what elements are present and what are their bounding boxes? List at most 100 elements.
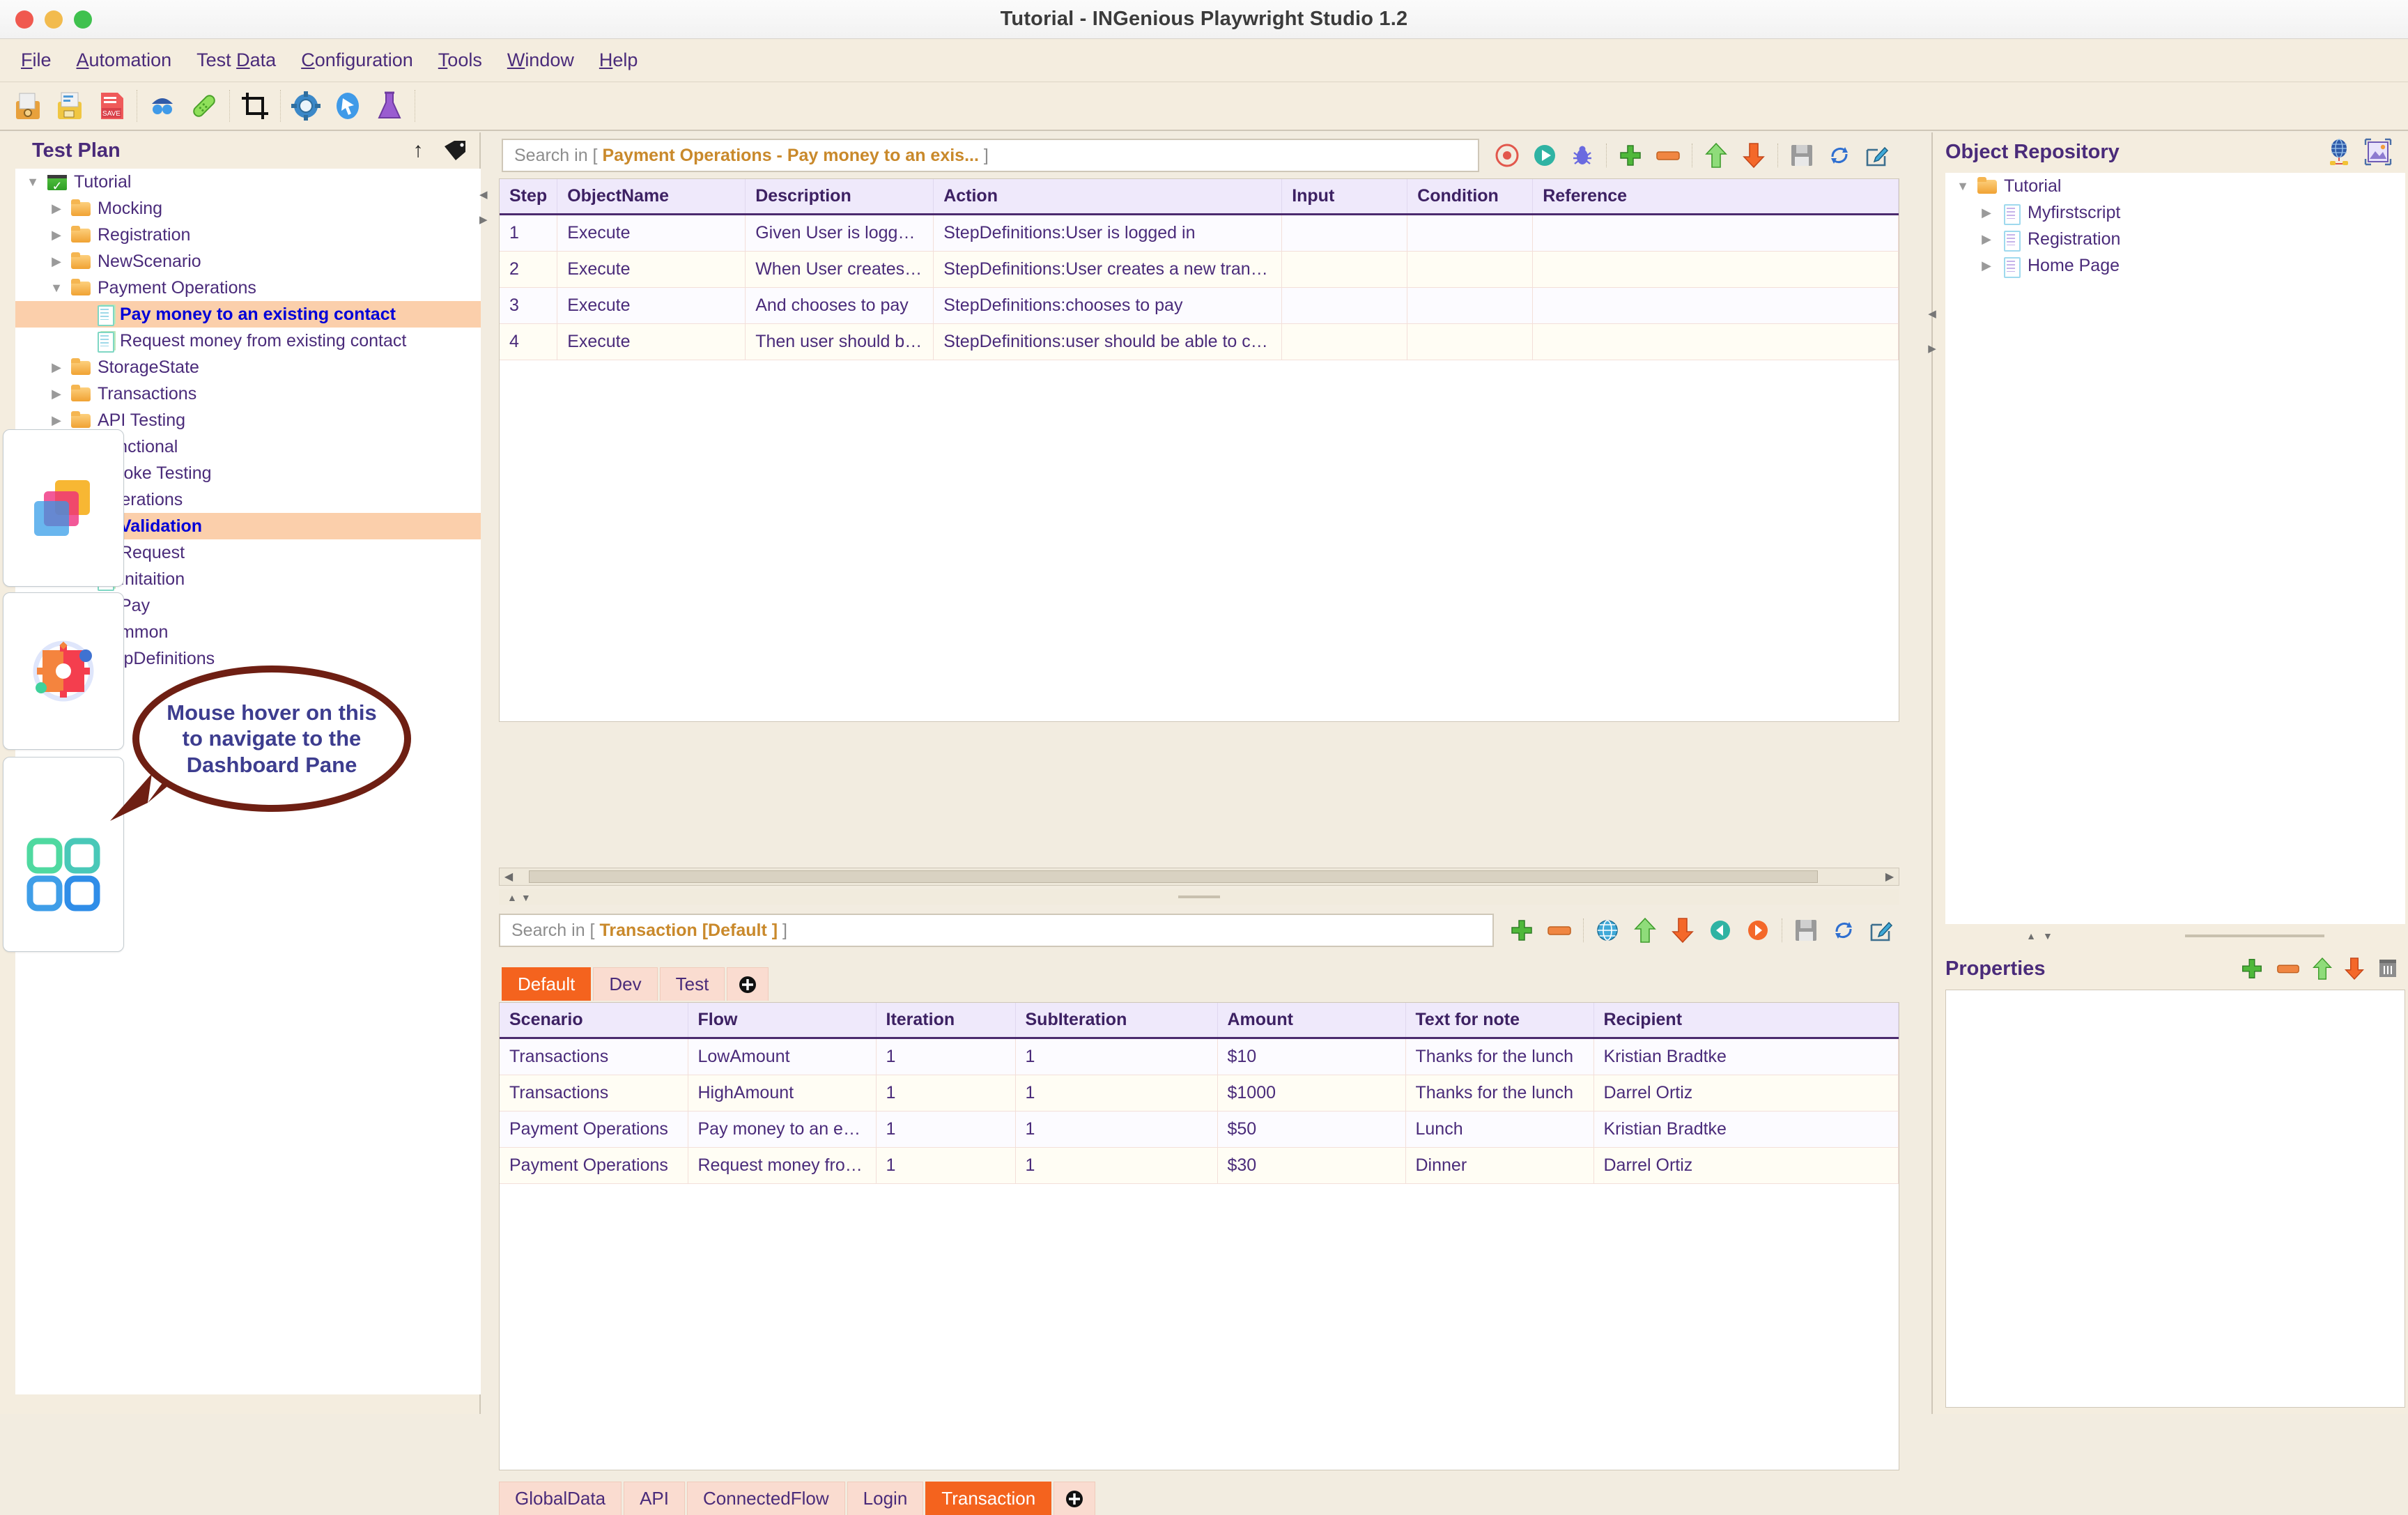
delete-icon[interactable] <box>2376 957 2400 980</box>
edit-icon[interactable] <box>1859 139 1895 172</box>
data-column-header[interactable]: Iteration <box>876 1003 1016 1039</box>
data-cell[interactable]: Kristian Bradtke <box>1593 1111 1899 1148</box>
steps-cell[interactable]: When User creates a new tr... <box>745 251 934 288</box>
browser-launch-icon[interactable] <box>327 85 369 127</box>
pane-splitter[interactable]: ▲▼ <box>499 889 1899 905</box>
object-repository-node[interactable]: Tutorial <box>1945 173 2405 199</box>
left-pane-expand-icon[interactable]: ▶ <box>479 213 488 226</box>
run-icon[interactable] <box>1527 139 1563 172</box>
scroll-thumb[interactable] <box>529 870 1818 883</box>
splitter-carets[interactable]: ▲▼ <box>507 892 535 903</box>
data-cell[interactable]: $30 <box>1217 1147 1406 1184</box>
or-collapse-right-icon[interactable]: ▶ <box>1927 334 1938 362</box>
data-cell[interactable]: Lunch <box>1405 1111 1594 1148</box>
object-repository-node[interactable]: Myfirstscript <box>1945 199 2405 226</box>
steps-cell[interactable] <box>1281 287 1408 324</box>
save-icon[interactable]: SAVE <box>91 85 132 127</box>
data-cell[interactable]: 1 <box>876 1038 1016 1075</box>
steps-cell[interactable] <box>1281 251 1408 288</box>
lab-flask-icon[interactable] <box>369 85 410 127</box>
properties-body[interactable] <box>1945 990 2405 1408</box>
steps-horizontal-scrollbar[interactable]: ◀ ▶ <box>499 868 1899 886</box>
data-column-header[interactable]: Amount <box>1217 1003 1406 1039</box>
menu-item-file[interactable]: File <box>11 45 61 75</box>
data-cell[interactable]: Payment Operations <box>500 1111 688 1148</box>
next-icon[interactable] <box>1740 914 1776 947</box>
data-cell[interactable]: HighAmount <box>688 1075 877 1112</box>
steps-cell[interactable]: Execute <box>557 214 746 252</box>
steps-cell[interactable]: Given User is logged in <box>745 214 934 252</box>
data-cell[interactable]: Dinner <box>1405 1147 1594 1184</box>
steps-column-header[interactable]: ObjectName <box>557 179 746 215</box>
data-column-header[interactable]: SubIteration <box>1015 1003 1218 1039</box>
chevron-right-icon[interactable] <box>1979 259 1994 273</box>
data-cell[interactable]: Darrel Ortiz <box>1593 1075 1899 1112</box>
test-plan-node[interactable]: Request money from existing contact <box>15 328 481 354</box>
object-repository-node[interactable]: Home Page <box>1945 252 2405 279</box>
overlay-card-settings[interactable] <box>3 592 124 750</box>
splitter-down-caret[interactable]: ▼ <box>2043 930 2053 941</box>
steps-cell[interactable] <box>1281 323 1408 360</box>
data-cell[interactable]: Transactions <box>500 1038 688 1075</box>
test-plan-node[interactable]: Payment Operations <box>15 275 481 301</box>
steps-cell[interactable]: StepDefinitions:User is logged in <box>933 214 1283 252</box>
steps-column-header[interactable]: Description <box>745 179 934 215</box>
table-row[interactable]: Transactions HighAmount 1 1 $1000 Thanks for … <box>500 1075 1899 1112</box>
test-plan-node[interactable]: Mocking <box>15 195 481 222</box>
collapse-up-icon[interactable]: ↑ <box>403 135 433 166</box>
steps-column-header[interactable]: Step <box>500 179 558 215</box>
steps-cell[interactable] <box>1532 251 1899 288</box>
data-cell[interactable]: 1 <box>876 1075 1016 1112</box>
steps-table-body[interactable]: 1 Execute Given User is logged in StepDefin… <box>500 214 1899 721</box>
add-sheet-button[interactable] <box>1054 1482 1096 1515</box>
steps-cell[interactable]: StepDefinitions:user should be able to c… <box>933 323 1283 360</box>
chevron-right-icon[interactable] <box>49 387 64 401</box>
chevron-right-icon[interactable] <box>49 360 64 375</box>
steps-cell[interactable]: 2 <box>500 251 558 288</box>
data-cell[interactable]: Thanks for the lunch <box>1405 1075 1594 1112</box>
edit-icon[interactable] <box>1863 914 1899 947</box>
move-down-icon[interactable] <box>2344 955 2365 982</box>
remove-row-icon[interactable] <box>1541 914 1577 947</box>
steps-cell[interactable] <box>1407 287 1534 324</box>
test-plan-node[interactable]: NewScenario <box>15 248 481 275</box>
menu-item-help[interactable]: Help <box>589 45 648 75</box>
move-up-icon[interactable] <box>1698 139 1734 172</box>
object-repository-tree[interactable]: Tutorial Myfirstscript Registration Home Pa… <box>1945 173 2405 924</box>
menu-item-tools[interactable]: Tools <box>429 45 492 75</box>
data-cell[interactable]: 1 <box>1015 1075 1218 1112</box>
or-collapse-left-icon[interactable]: ◀ <box>1927 300 1938 328</box>
menu-item-automation[interactable]: Automation <box>67 45 182 75</box>
table-row[interactable]: 4ExecuteThen user should be able to ...S… <box>500 323 1899 360</box>
add-property-icon[interactable] <box>2239 956 2264 981</box>
table-row[interactable]: Payment OperationsRequest money from exi… <box>500 1147 1899 1184</box>
chevron-down-icon[interactable] <box>49 281 64 295</box>
data-search-input[interactable]: Search in [ Transaction [Default ] ] <box>499 914 1494 947</box>
test-plan-node[interactable]: Tutorial <box>15 169 481 195</box>
data-cell[interactable]: 1 <box>1015 1111 1218 1148</box>
data-cell[interactable]: 1 <box>876 1111 1016 1148</box>
image-object-icon[interactable] <box>2363 137 2393 167</box>
overlay-card-dashboard[interactable] <box>3 757 124 952</box>
crop-icon[interactable] <box>234 85 276 127</box>
heal-icon[interactable] <box>183 85 225 127</box>
settings-gear-icon[interactable] <box>285 85 327 127</box>
chevron-right-icon[interactable] <box>1979 232 1994 247</box>
save-icon[interactable] <box>1784 139 1820 172</box>
chevron-right-icon[interactable] <box>49 201 64 216</box>
steps-column-header[interactable]: Reference <box>1532 179 1899 215</box>
prev-icon[interactable] <box>1702 914 1738 947</box>
menu-item-configuration[interactable]: Configuration <box>291 45 423 75</box>
bottom-tab-connectedflow[interactable]: ConnectedFlow <box>687 1482 845 1515</box>
steps-cell[interactable]: 1 <box>500 214 558 252</box>
test-plan-node[interactable]: StorageState <box>15 354 481 380</box>
data-cell[interactable]: Pay money to an existing... <box>688 1111 877 1148</box>
data-table-body[interactable]: Transactions LowAmount 1 1 $10 Thanks for the… <box>500 1038 1899 1470</box>
table-row[interactable]: Payment Operations Pay money to an existi… <box>500 1111 1899 1148</box>
data-subtab-default[interactable]: Default <box>502 967 592 1001</box>
steps-cell[interactable]: Execute <box>557 251 746 288</box>
chevron-right-icon[interactable] <box>49 228 64 243</box>
remove-property-icon[interactable] <box>2276 961 2301 976</box>
data-column-header[interactable]: Text for note <box>1405 1003 1594 1039</box>
bottom-tab-globaldata[interactable]: GlobalData <box>499 1482 622 1515</box>
